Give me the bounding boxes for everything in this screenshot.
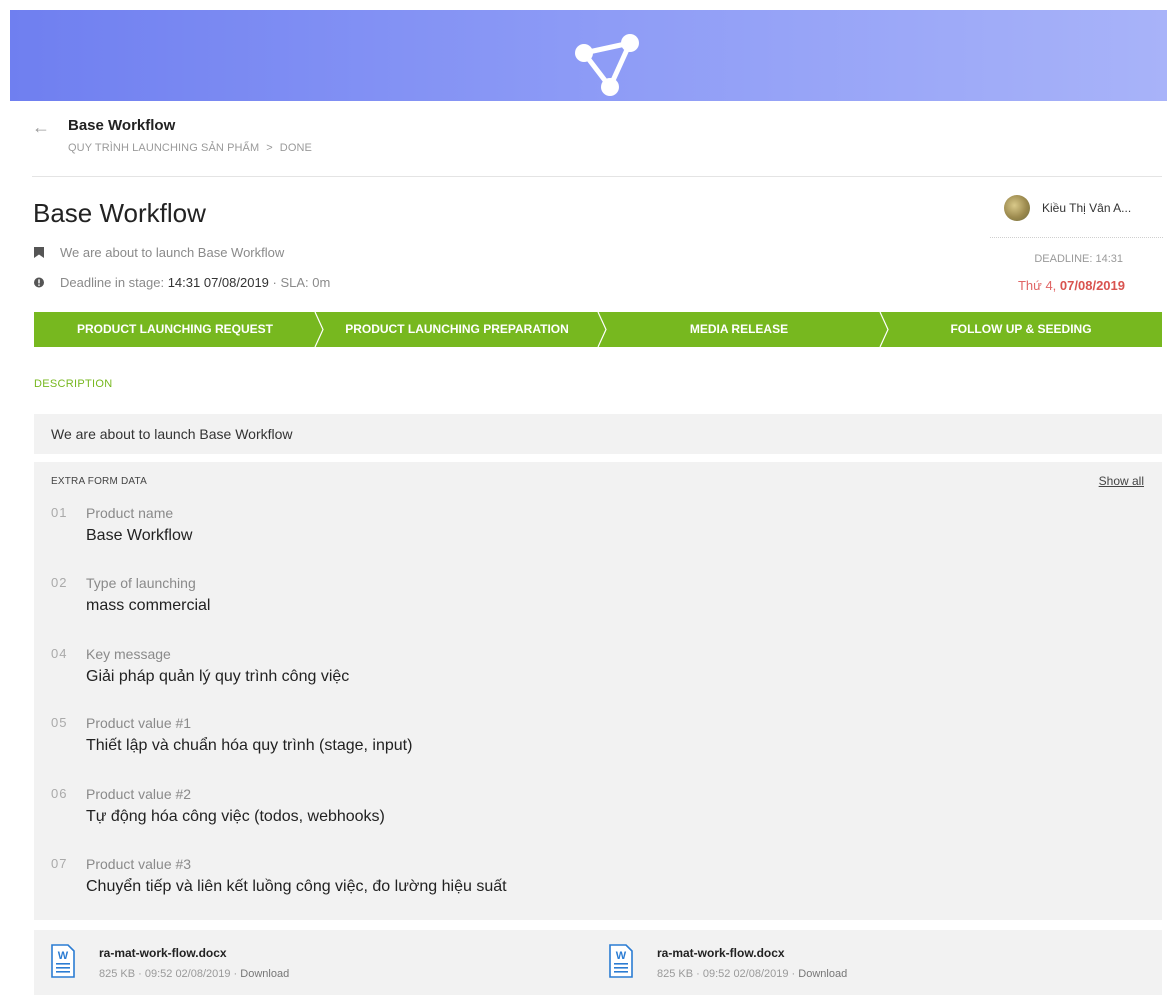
avatar [1004,195,1030,221]
description-label: DESCRIPTION [34,378,113,390]
breadcrumb-item-process[interactable]: QUY TRÌNH LAUNCHING SẢN PHẨM [68,142,259,154]
app-banner [10,10,1167,101]
attachment-details: 825 KB · 09:52 02/08/2019 · [657,968,796,980]
breadcrumb-item-stage[interactable]: DONE [280,142,312,154]
page-title: Base Workflow [33,198,206,228]
description-box: We are about to launch Base Workflow [34,414,1162,454]
breadcrumb-separator: > [266,142,273,154]
deadline-date: Thứ 4, 07/08/2019 [1018,278,1125,293]
stage-media-release[interactable]: MEDIA RELEASE [598,312,880,347]
field-value: mass commercial [86,597,211,614]
deadline-row: Deadline in stage: 14:31 07/08/2019 · SL… [34,275,330,290]
deadline-prefix: Deadline in stage: [60,275,165,290]
field-value: Base Workflow [86,527,193,544]
header-title: Base Workflow [68,117,176,134]
assignee-name: Kiều Thị Vân A... [1042,201,1132,215]
bookmark-icon [34,247,44,258]
doc-letter: W [58,950,69,962]
field-label: Type of launching [86,575,196,591]
task-subtitle: We are about to launch Base Workflow [60,245,285,260]
deadline-value: 14:31 07/08/2019 [167,275,269,290]
attachment-meta: 825 KB · 09:52 02/08/2019 · Download [99,968,289,980]
deadline-label: DEADLINE: 14:31 [1034,253,1123,265]
word-document-icon: W [51,944,75,978]
doc-letter: W [616,950,627,962]
field-number: 01 [51,505,68,520]
description-text: We are about to launch Base Workflow [51,426,293,442]
attachment-item[interactable]: W ra-mat-work-flow.docx 825 KB · 09:52 0… [51,942,289,980]
field-label: Product value #2 [86,786,192,802]
field-label: Product name [86,505,174,521]
download-link[interactable]: Download [798,968,847,980]
stage-bar: PRODUCT LAUNCHING REQUEST PRODUCT LAUNCH… [34,312,1162,347]
breadcrumb: QUY TRÌNH LAUNCHING SẢN PHẨM > DONE [68,142,312,154]
deadline-date-value: 07/08/2019 [1059,278,1125,293]
attachments: W ra-mat-work-flow.docx 825 KB · 09:52 0… [34,930,1162,995]
field-value: Chuyển tiếp và liên kết luồng công việc,… [86,878,507,895]
field-number: 02 [51,575,68,590]
field-number: 06 [51,786,68,801]
field-value: Tự động hóa công việc (todos, webhooks) [86,808,385,825]
download-link[interactable]: Download [240,968,289,980]
arrow-left-icon[interactable]: ← [32,118,50,136]
stage-product-launching-request[interactable]: PRODUCT LAUNCHING REQUEST [34,312,316,347]
attachment-name[interactable]: ra-mat-work-flow.docx [657,946,847,960]
extra-form-data: EXTRA FORM DATA Show all 01 Product name… [34,462,1162,920]
stage-product-launching-preparation[interactable]: PRODUCT LAUNCHING PREPARATION [316,312,598,347]
header-divider [32,176,1162,177]
field-label: Key message [86,646,171,662]
field-number: 07 [51,856,68,871]
field-number: 04 [51,646,68,661]
assignee[interactable]: Kiều Thị Vân A... [1004,195,1131,221]
attachment-item[interactable]: W ra-mat-work-flow.docx 825 KB · 09:52 0… [609,942,847,980]
field-value: Giải pháp quản lý quy trình công việc [86,668,350,685]
word-document-icon: W [609,944,633,978]
attachment-info: ra-mat-work-flow.docx 825 KB · 09:52 02/… [99,942,289,980]
attachment-name[interactable]: ra-mat-work-flow.docx [99,946,289,960]
sla-value: · SLA: 0m [272,275,331,290]
field-label: Product value #1 [86,715,192,731]
extra-form-label: EXTRA FORM DATA [51,476,147,487]
deadline-day: Thứ 4, [1017,278,1057,293]
alert-circle-icon [34,277,44,288]
workflow-nodes-icon [575,34,639,96]
field-label: Product value #3 [86,856,192,872]
show-all-link[interactable]: Show all [1099,474,1144,488]
task-subtitle-row: We are about to launch Base Workflow [34,245,284,260]
attachment-info: ra-mat-work-flow.docx 825 KB · 09:52 02/… [657,942,847,980]
field-value: Thiết lập và chuẩn hóa quy trình (stage,… [86,737,413,754]
attachment-meta: 825 KB · 09:52 02/08/2019 · Download [657,968,847,980]
assignee-divider [990,237,1163,238]
attachment-details: 825 KB · 09:52 02/08/2019 · [99,968,238,980]
stage-follow-up-seeding[interactable]: FOLLOW UP & SEEDING [880,312,1162,347]
field-number: 05 [51,715,68,730]
